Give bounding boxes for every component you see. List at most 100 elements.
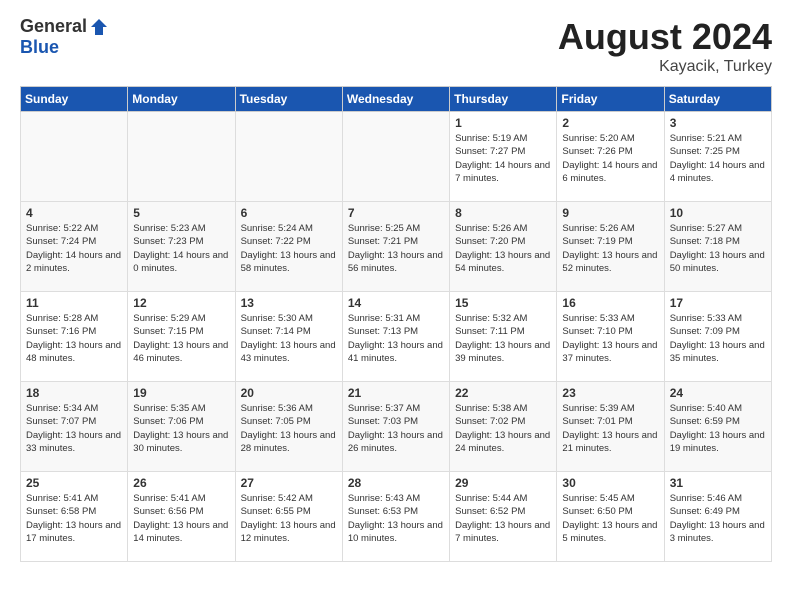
day-number: 19 <box>133 386 229 400</box>
calendar-cell: 29Sunrise: 5:44 AMSunset: 6:52 PMDayligh… <box>450 472 557 562</box>
col-wednesday: Wednesday <box>342 87 449 112</box>
calendar-cell: 25Sunrise: 5:41 AMSunset: 6:58 PMDayligh… <box>21 472 128 562</box>
day-info: Sunrise: 5:25 AMSunset: 7:21 PMDaylight:… <box>348 223 443 274</box>
day-info: Sunrise: 5:37 AMSunset: 7:03 PMDaylight:… <box>348 403 443 454</box>
calendar-cell: 18 Sunrise: 5:34 AMSunset: 7:07 PMDayligh… <box>21 382 128 472</box>
col-tuesday: Tuesday <box>235 87 342 112</box>
day-number: 16 <box>562 296 658 310</box>
calendar-cell: 6Sunrise: 5:24 AMSunset: 7:22 PMDaylight… <box>235 202 342 292</box>
logo: General Blue <box>20 16 109 58</box>
calendar-week-2: 4 Sunrise: 5:22 AMSunset: 7:24 PMDaylight… <box>21 202 772 292</box>
calendar-cell: 16 Sunrise: 5:33 AMSunset: 7:10 PMDayligh… <box>557 292 664 382</box>
calendar-cell: 19 Sunrise: 5:35 AMSunset: 7:06 PMDayligh… <box>128 382 235 472</box>
day-info: Sunrise: 5:44 AMSunset: 6:52 PMDaylight:… <box>455 493 550 544</box>
day-number: 14 <box>348 296 444 310</box>
day-info: Sunrise: 5:31 AMSunset: 7:13 PMDaylight:… <box>348 313 443 364</box>
calendar-cell: 9Sunrise: 5:26 AMSunset: 7:19 PMDaylight… <box>557 202 664 292</box>
day-number: 27 <box>241 476 337 490</box>
day-info: Sunrise: 5:43 AMSunset: 6:53 PMDaylight:… <box>348 493 443 544</box>
day-info: Sunrise: 5:23 AMSunset: 7:23 PMDaylight:… <box>133 223 228 274</box>
day-number: 23 <box>562 386 658 400</box>
calendar-cell: 31 Sunrise: 5:46 AMSunset: 6:49 PMDayligh… <box>664 472 771 562</box>
calendar-week-1: 1Sunrise: 5:19 AMSunset: 7:27 PMDaylight… <box>21 112 772 202</box>
day-number: 18 <box>26 386 122 400</box>
day-info: Sunrise: 5:45 AMSunset: 6:50 PMDaylight:… <box>562 493 657 544</box>
day-number: 3 <box>670 116 766 130</box>
calendar-cell: 1Sunrise: 5:19 AMSunset: 7:27 PMDaylight… <box>450 112 557 202</box>
day-number: 2 <box>562 116 658 130</box>
day-number: 28 <box>348 476 444 490</box>
calendar-table: Sunday Monday Tuesday Wednesday Thursday… <box>20 86 772 562</box>
day-info: Sunrise: 5:39 AMSunset: 7:01 PMDaylight:… <box>562 403 657 454</box>
calendar-cell: 28 Sunrise: 5:43 AMSunset: 6:53 PMDayligh… <box>342 472 449 562</box>
day-info: Sunrise: 5:40 AMSunset: 6:59 PMDaylight:… <box>670 403 765 454</box>
day-number: 15 <box>455 296 551 310</box>
calendar-week-3: 11 Sunrise: 5:28 AMSunset: 7:16 PMDayligh… <box>21 292 772 382</box>
day-info: Sunrise: 5:28 AMSunset: 7:16 PMDaylight:… <box>26 313 121 364</box>
day-number: 9 <box>562 206 658 220</box>
day-number: 31 <box>670 476 766 490</box>
day-info: Sunrise: 5:30 AMSunset: 7:14 PMDaylight:… <box>241 313 336 364</box>
calendar-cell: 10 Sunrise: 5:27 AMSunset: 7:18 PMDayligh… <box>664 202 771 292</box>
calendar-cell: 12Sunrise: 5:29 AMSunset: 7:15 PMDayligh… <box>128 292 235 382</box>
day-number: 21 <box>348 386 444 400</box>
day-info: Sunrise: 5:36 AMSunset: 7:05 PMDaylight:… <box>241 403 336 454</box>
day-number: 6 <box>241 206 337 220</box>
calendar-cell: 7 Sunrise: 5:25 AMSunset: 7:21 PMDaylight… <box>342 202 449 292</box>
day-info: Sunrise: 5:21 AMSunset: 7:25 PMDaylight:… <box>670 133 765 184</box>
day-info: Sunrise: 5:32 AMSunset: 7:11 PMDaylight:… <box>455 313 550 364</box>
day-info: Sunrise: 5:34 AMSunset: 7:07 PMDaylight:… <box>26 403 121 454</box>
day-number: 13 <box>241 296 337 310</box>
day-info: Sunrise: 5:19 AMSunset: 7:27 PMDaylight:… <box>455 133 550 184</box>
title-block: August 2024 Kayacik, Turkey <box>558 16 772 76</box>
day-number: 10 <box>670 206 766 220</box>
calendar-cell: 8Sunrise: 5:26 AMSunset: 7:20 PMDaylight… <box>450 202 557 292</box>
day-info: Sunrise: 5:33 AMSunset: 7:09 PMDaylight:… <box>670 313 765 364</box>
day-info: Sunrise: 5:27 AMSunset: 7:18 PMDaylight:… <box>670 223 765 274</box>
calendar-cell <box>235 112 342 202</box>
calendar-cell: 17Sunrise: 5:33 AMSunset: 7:09 PMDayligh… <box>664 292 771 382</box>
col-sunday: Sunday <box>21 87 128 112</box>
day-number: 26 <box>133 476 229 490</box>
day-number: 30 <box>562 476 658 490</box>
calendar-cell: 20Sunrise: 5:36 AMSunset: 7:05 PMDayligh… <box>235 382 342 472</box>
page-header: General Blue August 2024 Kayacik, Turkey <box>20 16 772 76</box>
day-info: Sunrise: 5:20 AMSunset: 7:26 PMDaylight:… <box>562 133 657 184</box>
day-info: Sunrise: 5:42 AMSunset: 6:55 PMDaylight:… <box>241 493 336 544</box>
logo-general-text: General <box>20 16 87 37</box>
calendar-cell: 23 Sunrise: 5:39 AMSunset: 7:01 PMDayligh… <box>557 382 664 472</box>
calendar-cell <box>21 112 128 202</box>
calendar-cell <box>128 112 235 202</box>
calendar-cell: 14 Sunrise: 5:31 AMSunset: 7:13 PMDayligh… <box>342 292 449 382</box>
calendar-cell: 11 Sunrise: 5:28 AMSunset: 7:16 PMDayligh… <box>21 292 128 382</box>
calendar-cell: 21 Sunrise: 5:37 AMSunset: 7:03 PMDayligh… <box>342 382 449 472</box>
calendar-week-5: 25Sunrise: 5:41 AMSunset: 6:58 PMDayligh… <box>21 472 772 562</box>
day-info: Sunrise: 5:46 AMSunset: 6:49 PMDaylight:… <box>670 493 765 544</box>
day-number: 5 <box>133 206 229 220</box>
calendar-week-4: 18 Sunrise: 5:34 AMSunset: 7:07 PMDayligh… <box>21 382 772 472</box>
col-saturday: Saturday <box>664 87 771 112</box>
calendar-cell: 3 Sunrise: 5:21 AMSunset: 7:25 PMDaylight… <box>664 112 771 202</box>
day-number: 7 <box>348 206 444 220</box>
day-info: Sunrise: 5:33 AMSunset: 7:10 PMDaylight:… <box>562 313 657 364</box>
day-info: Sunrise: 5:41 AMSunset: 6:56 PMDaylight:… <box>133 493 228 544</box>
day-info: Sunrise: 5:35 AMSunset: 7:06 PMDaylight:… <box>133 403 228 454</box>
calendar-cell <box>342 112 449 202</box>
day-info: Sunrise: 5:38 AMSunset: 7:02 PMDaylight:… <box>455 403 550 454</box>
calendar-cell: 30 Sunrise: 5:45 AMSunset: 6:50 PMDayligh… <box>557 472 664 562</box>
day-number: 24 <box>670 386 766 400</box>
calendar-cell: 24 Sunrise: 5:40 AMSunset: 6:59 PMDayligh… <box>664 382 771 472</box>
calendar-cell: 22Sunrise: 5:38 AMSunset: 7:02 PMDayligh… <box>450 382 557 472</box>
col-friday: Friday <box>557 87 664 112</box>
calendar-cell: 27 Sunrise: 5:42 AMSunset: 6:55 PMDayligh… <box>235 472 342 562</box>
calendar-cell: 15 Sunrise: 5:32 AMSunset: 7:11 PMDayligh… <box>450 292 557 382</box>
header-row: Sunday Monday Tuesday Wednesday Thursday… <box>21 87 772 112</box>
day-number: 25 <box>26 476 122 490</box>
calendar-cell: 4 Sunrise: 5:22 AMSunset: 7:24 PMDaylight… <box>21 202 128 292</box>
day-number: 12 <box>133 296 229 310</box>
logo-icon <box>89 17 109 37</box>
calendar-cell: 2 Sunrise: 5:20 AMSunset: 7:26 PMDaylight… <box>557 112 664 202</box>
day-number: 4 <box>26 206 122 220</box>
day-info: Sunrise: 5:22 AMSunset: 7:24 PMDaylight:… <box>26 223 121 274</box>
day-number: 11 <box>26 296 122 310</box>
